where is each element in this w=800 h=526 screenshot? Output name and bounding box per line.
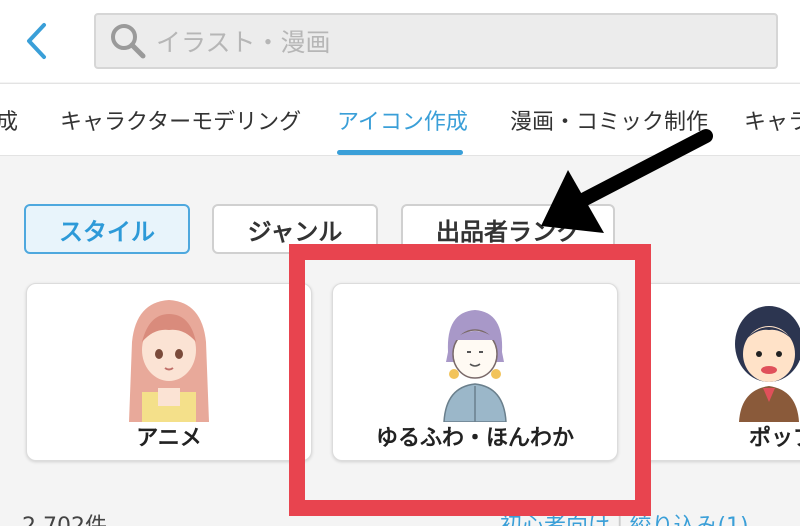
result-count: 2,702件 (22, 508, 107, 526)
back-button[interactable] (14, 18, 58, 64)
tab-partial-right[interactable]: キャラ (744, 104, 800, 136)
beginner-filter-link[interactable]: 初心者向け (500, 514, 610, 526)
active-tab-indicator (337, 150, 463, 155)
link-separator: | (616, 514, 623, 526)
card-label-anime: アニメ (136, 426, 202, 451)
refine-filter-link[interactable]: 絞り込み(1) (629, 514, 748, 526)
tab-manga-comic[interactable]: 漫画・コミック制作 (510, 104, 708, 136)
filter-style-button[interactable]: スタイル (24, 204, 190, 254)
card-label-pop: ポップ (749, 426, 800, 451)
style-card-yurufuwa[interactable]: ゆるふわ・ほんわか (332, 283, 618, 461)
tab-partial-left[interactable]: 成 (0, 104, 18, 136)
tab-character-modeling[interactable]: キャラクターモデリング (60, 104, 301, 136)
filter-seller-rank-button[interactable]: 出品者ランク (401, 204, 615, 254)
category-tabs: 成 キャラクターモデリング アイコン作成 漫画・コミック制作 キャラ (0, 83, 800, 156)
filter-genre-button[interactable]: ジャンル (212, 204, 378, 254)
pop-illustration (639, 292, 800, 422)
style-card-pop[interactable]: ポップ (638, 283, 800, 461)
footer-links: 初心者向け | 絞り込み(1) (500, 508, 749, 526)
card-label-yurufuwa: ゆるふわ・ほんわか (375, 426, 574, 451)
tab-icon-creation[interactable]: アイコン作成 (337, 104, 468, 136)
yurufuwa-illustration (333, 292, 617, 422)
anime-illustration (27, 292, 311, 422)
chevron-left-icon (27, 23, 46, 59)
search-input[interactable]: イラスト・漫画 (94, 13, 778, 69)
style-card-anime[interactable]: アニメ (26, 283, 312, 461)
search-placeholder: イラスト・漫画 (156, 28, 331, 57)
app-screen: イラスト・漫画 成 キャラクターモデリング アイコン作成 漫画・コミック制作 キ… (0, 0, 800, 526)
search-icon (104, 17, 152, 65)
header: イラスト・漫画 (0, 0, 800, 82)
